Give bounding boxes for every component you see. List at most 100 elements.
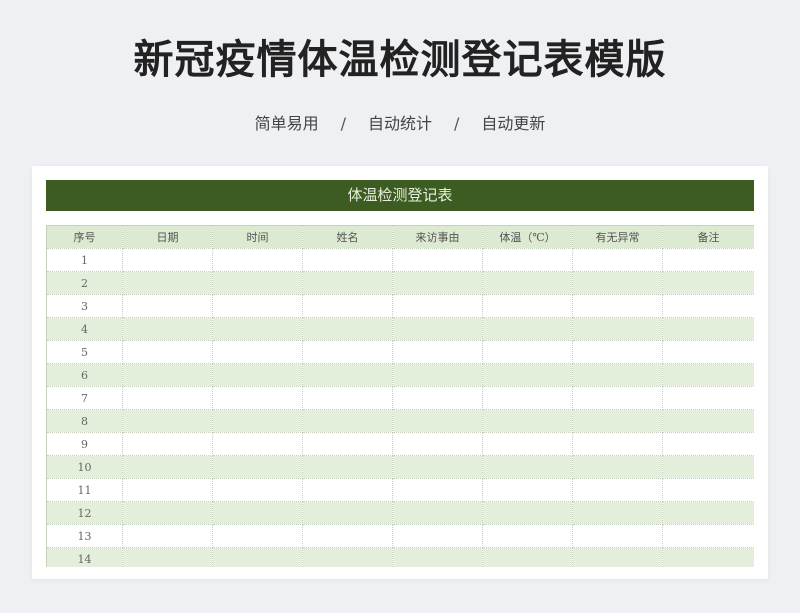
table-cell[interactable] [302, 386, 393, 410]
table-cell[interactable] [302, 271, 393, 295]
table-cell[interactable] [122, 248, 213, 272]
table-cell[interactable] [212, 363, 303, 387]
table-cell[interactable] [482, 294, 573, 318]
table-cell[interactable] [122, 455, 213, 479]
row-number-cell[interactable]: 13 [46, 524, 123, 548]
table-cell[interactable] [572, 271, 663, 295]
table-cell[interactable] [122, 524, 213, 548]
table-cell[interactable] [662, 409, 754, 433]
table-cell[interactable] [212, 294, 303, 318]
table-cell[interactable] [662, 432, 754, 456]
table-cell[interactable] [662, 248, 754, 272]
table-cell[interactable] [212, 432, 303, 456]
table-cell[interactable] [122, 317, 213, 341]
table-cell[interactable] [572, 432, 663, 456]
row-number-cell[interactable]: 7 [46, 386, 123, 410]
table-cell[interactable] [302, 363, 393, 387]
table-cell[interactable] [482, 432, 573, 456]
table-cell[interactable] [572, 317, 663, 341]
table-cell[interactable] [302, 524, 393, 548]
row-number-cell[interactable]: 10 [46, 455, 123, 479]
table-cell[interactable] [302, 294, 393, 318]
table-cell[interactable] [212, 317, 303, 341]
table-cell[interactable] [122, 432, 213, 456]
table-cell[interactable] [482, 248, 573, 272]
table-cell[interactable] [212, 501, 303, 525]
table-cell[interactable] [212, 478, 303, 502]
table-cell[interactable] [122, 271, 213, 295]
table-cell[interactable] [482, 478, 573, 502]
table-cell[interactable] [122, 294, 213, 318]
table-cell[interactable] [302, 478, 393, 502]
table-cell[interactable] [572, 363, 663, 387]
row-number-cell[interactable]: 1 [46, 248, 123, 272]
table-cell[interactable] [392, 294, 483, 318]
table-cell[interactable] [302, 340, 393, 364]
row-number-cell[interactable]: 9 [46, 432, 123, 456]
row-number-cell[interactable]: 11 [46, 478, 123, 502]
row-number-cell[interactable]: 12 [46, 501, 123, 525]
table-cell[interactable] [482, 317, 573, 341]
table-cell[interactable] [212, 455, 303, 479]
table-cell[interactable] [302, 409, 393, 433]
table-cell[interactable] [392, 478, 483, 502]
table-cell[interactable] [122, 547, 213, 567]
table-cell[interactable] [572, 294, 663, 318]
table-cell[interactable] [302, 432, 393, 456]
table-cell[interactable] [662, 317, 754, 341]
table-cell[interactable] [482, 501, 573, 525]
table-cell[interactable] [482, 271, 573, 295]
table-cell[interactable] [662, 294, 754, 318]
table-cell[interactable] [662, 455, 754, 479]
table-cell[interactable] [572, 340, 663, 364]
table-cell[interactable] [302, 317, 393, 341]
table-cell[interactable] [212, 524, 303, 548]
row-number-cell[interactable]: 2 [46, 271, 123, 295]
table-cell[interactable] [482, 524, 573, 548]
row-number-cell[interactable]: 3 [46, 294, 123, 318]
table-cell[interactable] [122, 501, 213, 525]
table-cell[interactable] [662, 363, 754, 387]
table-cell[interactable] [392, 363, 483, 387]
table-cell[interactable] [392, 524, 483, 548]
table-cell[interactable] [392, 547, 483, 567]
table-cell[interactable] [662, 271, 754, 295]
table-cell[interactable] [572, 386, 663, 410]
table-cell[interactable] [662, 547, 754, 567]
table-cell[interactable] [482, 547, 573, 567]
table-cell[interactable] [572, 547, 663, 567]
table-cell[interactable] [122, 363, 213, 387]
table-cell[interactable] [212, 271, 303, 295]
table-cell[interactable] [662, 340, 754, 364]
table-cell[interactable] [392, 248, 483, 272]
table-cell[interactable] [122, 340, 213, 364]
row-number-cell[interactable]: 14 [46, 547, 123, 567]
table-cell[interactable] [302, 248, 393, 272]
table-cell[interactable] [392, 455, 483, 479]
table-cell[interactable] [392, 501, 483, 525]
table-cell[interactable] [392, 386, 483, 410]
table-cell[interactable] [482, 409, 573, 433]
row-number-cell[interactable]: 6 [46, 363, 123, 387]
table-cell[interactable] [212, 386, 303, 410]
table-cell[interactable] [572, 478, 663, 502]
table-cell[interactable] [212, 547, 303, 567]
table-cell[interactable] [482, 363, 573, 387]
table-cell[interactable] [122, 386, 213, 410]
table-cell[interactable] [662, 524, 754, 548]
table-cell[interactable] [662, 501, 754, 525]
table-cell[interactable] [392, 432, 483, 456]
table-cell[interactable] [482, 455, 573, 479]
table-cell[interactable] [392, 340, 483, 364]
table-cell[interactable] [122, 409, 213, 433]
table-cell[interactable] [212, 340, 303, 364]
table-cell[interactable] [392, 409, 483, 433]
table-cell[interactable] [572, 409, 663, 433]
row-number-cell[interactable]: 4 [46, 317, 123, 341]
table-cell[interactable] [572, 524, 663, 548]
table-cell[interactable] [662, 478, 754, 502]
table-cell[interactable] [662, 386, 754, 410]
table-cell[interactable] [302, 455, 393, 479]
row-number-cell[interactable]: 5 [46, 340, 123, 364]
table-cell[interactable] [572, 248, 663, 272]
